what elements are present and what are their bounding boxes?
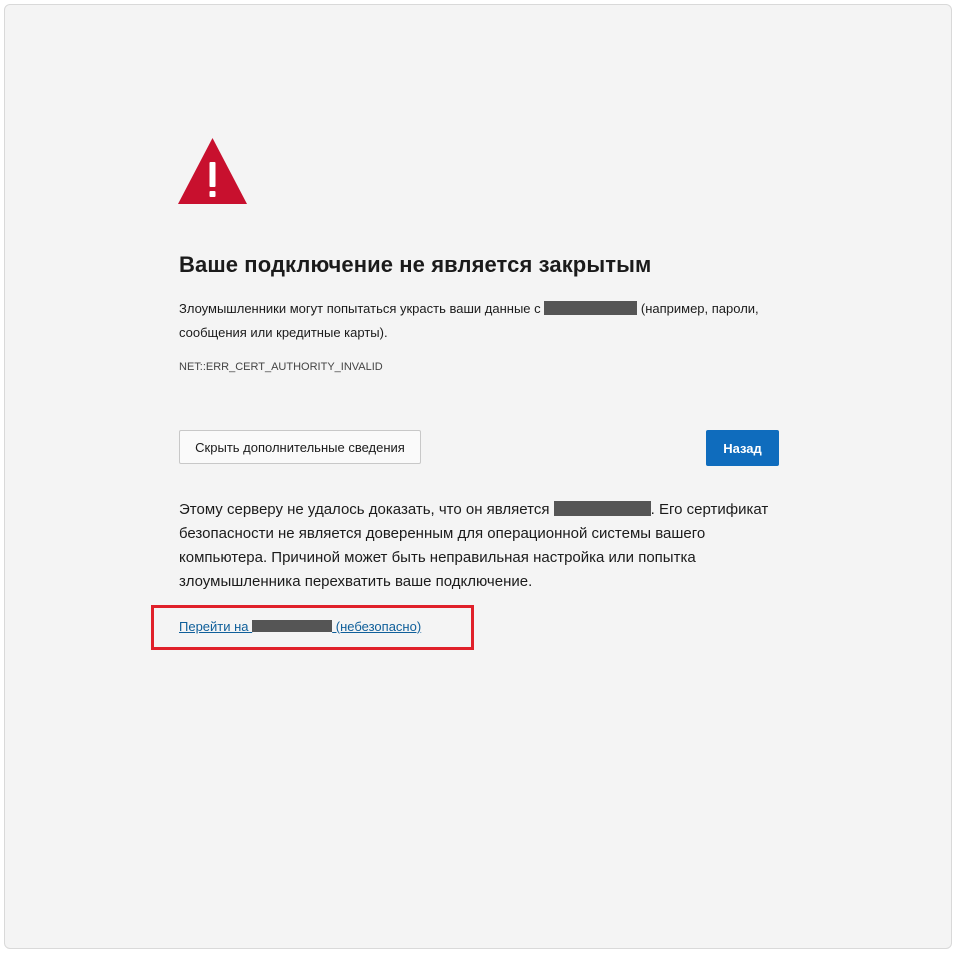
- redacted-site-name: [252, 620, 333, 632]
- warning-triangle-icon: [178, 138, 247, 204]
- proceed-unsafe-link[interactable]: Перейти на (небезопасно): [179, 619, 421, 634]
- details-text-start: Этому серверу не удалось доказать, что о…: [179, 501, 554, 518]
- redacted-site-name: [544, 301, 638, 315]
- proceed-link-text-end: (небезопасно): [332, 619, 422, 634]
- back-button[interactable]: Назад: [706, 430, 779, 466]
- proceed-link-text-start: Перейти на: [179, 619, 253, 634]
- redacted-site-name: [553, 501, 651, 516]
- page-frame: [4, 4, 952, 949]
- error-code: NET::ERR_CERT_AUTHORITY_INVALID: [179, 361, 383, 373]
- hide-details-button[interactable]: Скрыть дополнительные сведения: [179, 430, 421, 464]
- details-explanation: Этому серверу не удалось доказать, что о…: [179, 498, 779, 594]
- page-title: Ваше подключение не является закрытым: [179, 252, 652, 277]
- description-text-start: Злоумышленники могут попытаться украсть …: [179, 301, 545, 316]
- warning-description: Злоумышленники могут попытаться украсть …: [179, 297, 769, 345]
